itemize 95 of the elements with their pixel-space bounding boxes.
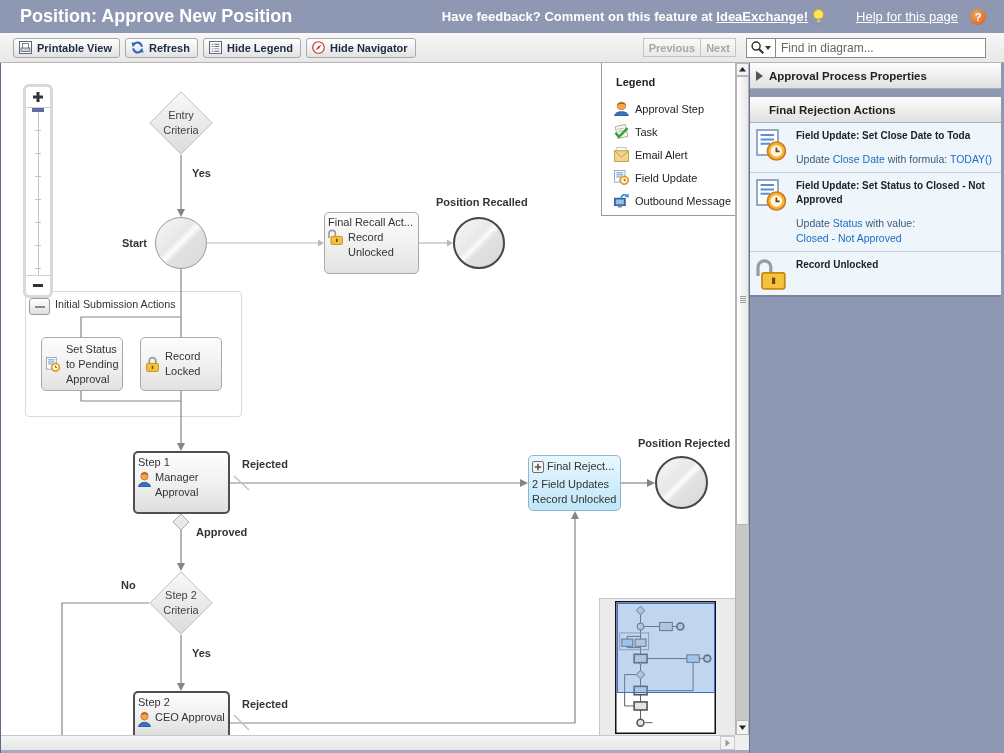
envelope-icon (614, 147, 629, 162)
action-item: 2 Field Updates (532, 477, 611, 492)
edge-label: Approved (196, 526, 248, 539)
section-header: Final Rejection Actions (750, 97, 1001, 123)
vertical-scrollbar[interactable] (735, 63, 749, 735)
end-node[interactable] (453, 217, 505, 269)
action-name: Field Update: Set Status to Closed - Not Approved (796, 179, 986, 207)
action-name: Field Update: Set Close Date to Toda (796, 129, 972, 143)
field-link[interactable]: Status (832, 217, 863, 229)
refresh-button[interactable]: Refresh (125, 37, 198, 58)
action-description: Update Status with value: Closed - Not Approved (796, 216, 917, 246)
monitor-icon (614, 193, 629, 208)
padlock-icon (146, 356, 159, 372)
node-label: Position Recalled (436, 196, 528, 209)
action-item: Record Unlocked (532, 491, 618, 506)
hide-legend-button[interactable]: Hide Legend (202, 37, 301, 58)
edge-label: Yes (192, 167, 211, 180)
feedback-text: Have feedback? Comment on this feature at IdeaExchange! (441, 9, 809, 24)
action-box[interactable]: Record Locked (140, 337, 222, 391)
triangle-icon (756, 70, 763, 81)
group-title: Initial Submission Actions (55, 297, 176, 311)
edge-label: Rejected (242, 698, 288, 711)
step-title: Step 1 (138, 455, 171, 470)
decision-node[interactable]: Entry Criteria (149, 91, 213, 155)
lightbulb-icon (813, 8, 825, 25)
scrollbar-thumb[interactable] (736, 76, 749, 525)
legend-label: Task (635, 125, 658, 138)
compass-icon (312, 41, 325, 54)
action-description: Update Close Date with formula: TODAY() (796, 152, 993, 167)
connector-arrow (177, 634, 185, 691)
value-link[interactable]: Closed - Not Approved (796, 232, 902, 244)
hide-navigator-button[interactable]: Hide Navigator (306, 37, 416, 58)
connector-arrow (177, 390, 185, 451)
decision-node[interactable]: Step 2 Criteria (149, 571, 213, 635)
connector-arrow (620, 479, 655, 487)
step-name: Manager Approval (155, 470, 200, 500)
step-title: Step 2 (138, 695, 171, 710)
search-options-button[interactable] (746, 37, 775, 58)
minus-icon (33, 284, 43, 287)
open-padlock-icon (328, 229, 343, 245)
connector-arrow (177, 529, 185, 571)
horizontal-scrollbar[interactable] (1, 735, 735, 750)
node-label: Start (121, 237, 147, 250)
action-title: Final Reject... (547, 459, 615, 474)
end-node[interactable] (655, 456, 708, 509)
clock-document-icon (614, 170, 629, 185)
clock-document-icon (756, 179, 786, 211)
plus-icon (33, 92, 43, 102)
scroll-down-icon[interactable] (736, 720, 749, 735)
expand-icon[interactable] (532, 460, 544, 473)
legend-title: Legend (616, 75, 656, 89)
field-link[interactable]: Close Date (832, 153, 885, 165)
step-name: CEO Approval (155, 710, 225, 725)
person-icon (614, 101, 629, 116)
search-field[interactable]: Find in diagram... (775, 37, 986, 58)
connector-arrow (177, 154, 185, 217)
legend-label: Outbound Message (635, 194, 731, 207)
minus-icon (34, 305, 45, 308)
legend-label: Email Alert (635, 148, 688, 161)
clock-document-icon (46, 356, 60, 372)
edge-label: Yes (192, 647, 211, 660)
printable-view-button[interactable]: Printable View (13, 37, 120, 58)
printer-icon (19, 41, 32, 54)
action-item: Set Status to Pending Approval (66, 341, 120, 387)
edge-label: No (121, 579, 136, 592)
action-item: Record Locked (165, 349, 202, 379)
node-label: Position Rejected (638, 437, 731, 450)
person-icon (138, 471, 151, 487)
clock-document-icon (756, 129, 786, 161)
refresh-icon (131, 41, 144, 54)
connector-arrow (418, 239, 453, 247)
action-name: Record Unlocked (796, 258, 879, 272)
properties-header[interactable]: Approval Process Properties (750, 63, 1001, 89)
action-box[interactable]: Final Reject... 2 Field Updates Record Unlocked (528, 455, 621, 511)
legend-label: Field Update (635, 171, 698, 184)
list-icon (208, 41, 222, 54)
person-icon (138, 711, 151, 727)
approval-step-box[interactable]: Step 1 Manager Approval (133, 451, 230, 514)
navigator-viewport[interactable] (617, 603, 715, 693)
legend-label: Approval Step (635, 102, 705, 115)
scroll-up-icon[interactable] (736, 63, 749, 76)
checkmark-icon (614, 124, 629, 139)
action-box[interactable]: Set Status to Pending Approval (41, 337, 123, 391)
caret-icon (765, 45, 771, 50)
open-padlock-icon (756, 258, 786, 290)
value-link[interactable]: TODAY() (949, 153, 993, 165)
action-box[interactable]: Final Recall Act... Record Unlocked (324, 212, 419, 274)
search-icon (751, 41, 764, 54)
edge-label: Rejected (242, 458, 288, 471)
zoom-slider-thumb[interactable] (32, 108, 44, 112)
approval-step-box[interactable]: Step 2 CEO Approval (133, 691, 230, 735)
start-node[interactable] (155, 217, 207, 269)
action-item: Record Unlocked (348, 230, 395, 260)
page-title: Position: Approve New Position (20, 6, 293, 27)
action-title: Final Recall Act... (328, 215, 414, 230)
